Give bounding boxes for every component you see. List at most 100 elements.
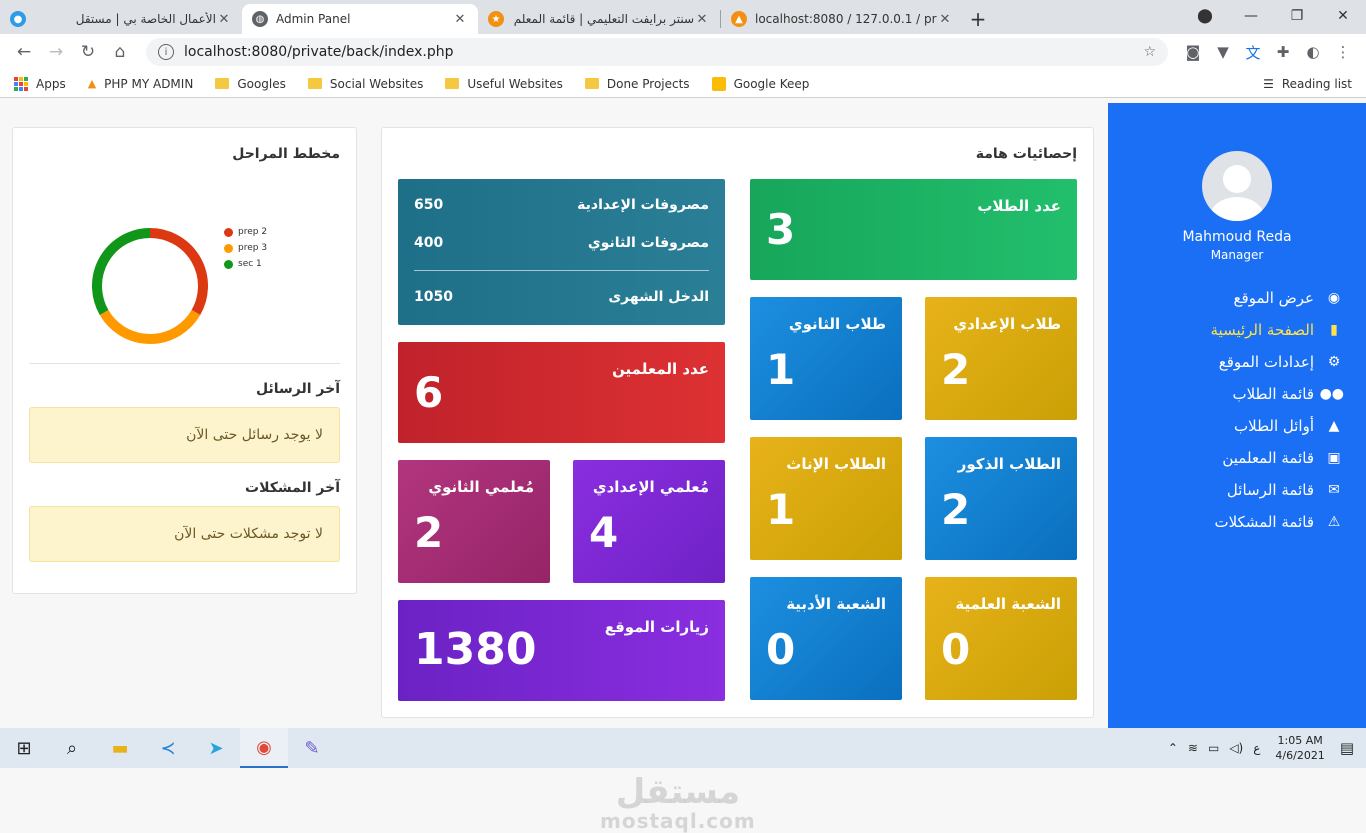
bookmark-social-websites[interactable]: Social Websites xyxy=(307,76,424,91)
extensions-puzzle-icon[interactable]: ✚ xyxy=(1268,37,1298,67)
tab-center-private[interactable]: ★ سنتر برايفت التعليمي | قائمة المعلم ✕ xyxy=(478,4,720,34)
restore-icon[interactable]: ❐ xyxy=(1274,0,1320,32)
sec-students-tile[interactable]: طلاب الثانوي 1 xyxy=(750,297,902,420)
sidebar-item-top-students[interactable]: ▲ أوائل الطلاب xyxy=(1108,410,1344,442)
prep-teachers-tile[interactable]: مُعلمي الإعدادي 4 xyxy=(573,460,725,583)
vpn-extension-icon[interactable]: ▼ xyxy=(1208,37,1238,67)
vscode-icon[interactable]: ≺ xyxy=(144,728,192,768)
profile-avatar[interactable]: ◐ xyxy=(1298,37,1328,67)
bookmark-google-keep[interactable]: Google Keep xyxy=(711,76,809,91)
tile-value: 1380 xyxy=(414,624,537,675)
graduation-icon: ▲ xyxy=(1328,418,1340,434)
bookmark-googles[interactable]: Googles xyxy=(215,77,286,91)
sidebar-item-students[interactable]: ●● قائمة الطلاب xyxy=(1108,378,1344,410)
donut-slice-sec-1[interactable] xyxy=(92,228,151,315)
legend-item[interactable]: sec 1 xyxy=(224,256,267,272)
tab-search-icon[interactable]: ⬤ xyxy=(1182,0,1228,32)
bookmark-label: Social Websites xyxy=(329,76,424,91)
tab-phpmyadmin[interactable]: ▲ localhost:8080 / 127.0.0.1 / private ✕ xyxy=(721,4,963,34)
male-students-tile[interactable]: الطلاب الذكور 2 xyxy=(925,437,1077,560)
chrome-icon[interactable]: ◉ xyxy=(240,728,288,768)
sidebar-item-messages[interactable]: ✉ قائمة الرسائل xyxy=(1108,474,1344,506)
prep-students-tile[interactable]: طلاب الإعدادي 2 xyxy=(925,297,1077,420)
stages-donut-chart xyxy=(92,228,208,344)
bookmark-useful-websites[interactable]: Useful Websites xyxy=(445,76,563,91)
close-tab-icon[interactable]: ✕ xyxy=(937,12,953,27)
battery-icon[interactable]: ▭ xyxy=(1208,741,1219,755)
tile-label: مُعلمي الإعدادي xyxy=(592,478,709,496)
notifications-icon[interactable]: ▤ xyxy=(1340,739,1354,757)
site-visits-tile[interactable]: زيارات الموقع 1380 xyxy=(398,600,725,701)
tab-mostaql[interactable]: ● الأعمال الخاصة بي | مستقل ✕ xyxy=(0,4,242,34)
divider xyxy=(29,363,340,364)
teachers-total-tile[interactable]: عدد المعلمين 6 xyxy=(398,342,725,443)
sidebar-item-teachers[interactable]: ▣ قائمة المعلمين xyxy=(1108,442,1344,474)
bookmark-star-icon[interactable]: ☆ xyxy=(1143,44,1156,60)
sidebar-item-label: الصفحة الرئيسية xyxy=(1210,321,1315,339)
system-tray: ⌃ ≋ ▭ ◁) ع 1:05 AM 4/6/2021 ▤ xyxy=(1163,728,1366,768)
expense-value: 650 xyxy=(414,197,444,213)
wifi-icon[interactable]: ≋ xyxy=(1188,741,1198,755)
search-icon[interactable]: ⌕ xyxy=(48,728,96,768)
telegram-icon[interactable]: ➤ xyxy=(192,728,240,768)
new-tab-button[interactable]: + xyxy=(963,4,993,34)
sidebar-item-label: قائمة الطلاب xyxy=(1232,385,1314,403)
female-students-tile[interactable]: الطلاب الإناث 1 xyxy=(750,437,902,560)
overview-card: مخطط المراحل prep 2 prep 3 sec 1 آخر الرسا… xyxy=(12,127,357,594)
close-window-icon[interactable]: ✕ xyxy=(1320,0,1366,32)
input-language[interactable]: ع xyxy=(1253,741,1260,755)
folder-icon xyxy=(445,78,460,89)
bookmark-done-projects[interactable]: Done Projects xyxy=(584,77,690,91)
menu-dots-icon[interactable]: ⋮ xyxy=(1328,37,1358,67)
clock[interactable]: 1:05 AM 4/6/2021 xyxy=(1275,733,1324,763)
reload-icon[interactable]: ↻ xyxy=(72,36,104,68)
forward-arrow-icon[interactable]: → xyxy=(40,36,72,68)
home-icon[interactable]: ⌂ xyxy=(104,36,136,68)
watermark-arabic: مستقل xyxy=(615,772,741,812)
url-text[interactable]: localhost:8080/private/back/index.php xyxy=(184,44,1143,60)
sidebar-item-label: عرض الموقع xyxy=(1233,289,1314,307)
reading-list-button[interactable]: ☰ Reading list xyxy=(1263,77,1352,91)
messages-title: آخر الرسائل xyxy=(255,381,340,397)
globe-icon: ◍ xyxy=(252,11,268,27)
close-tab-icon[interactable]: ✕ xyxy=(452,12,468,27)
minimize-icon[interactable]: — xyxy=(1228,0,1274,32)
sidebar-item-home[interactable]: ▮ الصفحة الرئيسية xyxy=(1108,314,1344,346)
close-tab-icon[interactable]: ✕ xyxy=(694,12,710,27)
tile-label: طلاب الثانوي xyxy=(788,315,886,333)
address-bar[interactable]: i localhost:8080/private/back/index.php … xyxy=(146,38,1168,66)
close-tab-icon[interactable]: ✕ xyxy=(216,12,232,27)
bookmark-apps[interactable]: Apps xyxy=(14,76,66,91)
sec-teachers-tile[interactable]: مُعلمي الثانوي 2 xyxy=(398,460,550,583)
windows-start-icon[interactable]: ⊞ xyxy=(0,728,48,768)
avatar[interactable] xyxy=(1202,151,1272,221)
volume-icon[interactable]: ◁) xyxy=(1229,741,1243,755)
back-arrow-icon[interactable]: ← xyxy=(8,36,40,68)
sidebar-item-site-settings[interactable]: ⚙ إعدادات الموقع xyxy=(1108,346,1344,378)
literary-branch-tile[interactable]: الشعبة الأدبية 0 xyxy=(750,577,902,700)
file-icon: ▮ xyxy=(1330,322,1338,338)
donut-slice-prep-3[interactable] xyxy=(99,309,201,344)
chevron-up-icon[interactable]: ⌃ xyxy=(1168,741,1178,755)
bookmark-label: Useful Websites xyxy=(467,76,563,91)
science-branch-tile[interactable]: الشعبة العلمية 0 xyxy=(925,577,1077,700)
camera-icon[interactable]: ◙ xyxy=(1178,37,1208,67)
info-icon[interactable]: i xyxy=(158,44,174,60)
paint-icon[interactable]: ✎ xyxy=(288,728,336,768)
prep-expenses-row: مصروفات الإعدادية 650 xyxy=(414,197,709,213)
bookmark-phpmyadmin[interactable]: ▲ PHP MY ADMIN xyxy=(88,77,194,91)
sidebar-item-label: قائمة الرسائل xyxy=(1226,481,1314,499)
sidebar-item-view-site[interactable]: ◉ عرض الموقع xyxy=(1108,282,1344,314)
legend-item[interactable]: prep 3 xyxy=(224,240,267,256)
bookmark-label: Googles xyxy=(237,76,286,91)
sidebar-item-problems[interactable]: ⚠ قائمة المشكلات xyxy=(1108,506,1344,538)
students-total-tile[interactable]: عدد الطلاب 3 xyxy=(750,179,1077,280)
windows-taskbar: ⊞ ⌕ ▬ ≺ ➤ ◉ ✎ ⌃ ≋ ▭ ◁) ع 1:05 AM 4/6/202… xyxy=(0,728,1366,768)
tab-admin-panel[interactable]: ◍ Admin Panel ✕ xyxy=(242,4,478,34)
watermark-latin: mostaql.com xyxy=(600,809,756,833)
warning-icon: ⚠ xyxy=(1327,514,1341,530)
donut-slice-prep-2[interactable] xyxy=(149,228,208,315)
legend-item[interactable]: prep 2 xyxy=(224,224,267,240)
translate-icon[interactable]: 文 xyxy=(1238,37,1268,67)
file-explorer-icon[interactable]: ▬ xyxy=(96,728,144,768)
